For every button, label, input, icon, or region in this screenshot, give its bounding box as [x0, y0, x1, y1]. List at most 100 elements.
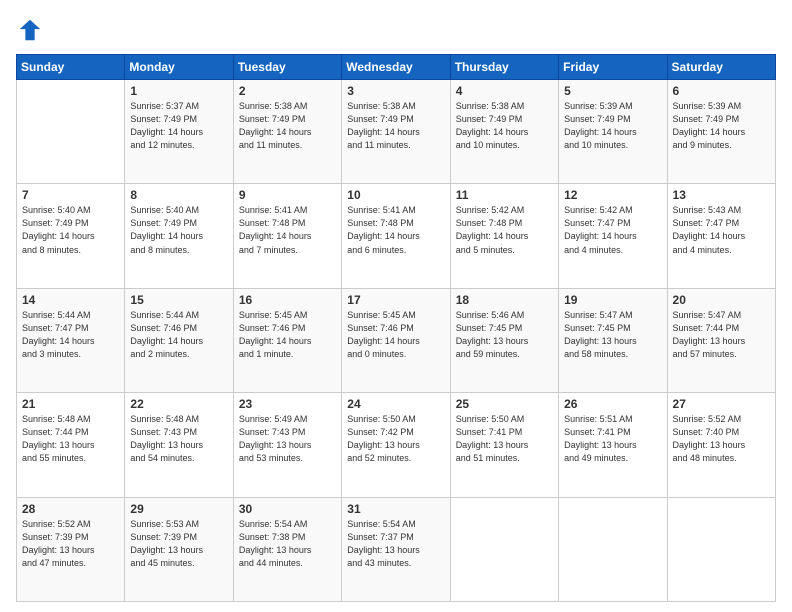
calendar-cell: 24 Sunrise: 5:50 AM Sunset: 7:42 PM Dayli… [342, 393, 450, 497]
weekday-header-tuesday: Tuesday [233, 55, 341, 80]
day-number: 16 [239, 293, 336, 307]
day-info: Sunrise: 5:39 AM Sunset: 7:49 PM Dayligh… [673, 100, 770, 152]
calendar-week-0: 1 Sunrise: 5:37 AM Sunset: 7:49 PM Daylig… [17, 80, 776, 184]
day-number: 17 [347, 293, 444, 307]
day-info: Sunrise: 5:40 AM Sunset: 7:49 PM Dayligh… [22, 204, 119, 256]
calendar-cell: 14Sunrise: 5:44 AM Sunset: 7:47 PM Dayli… [17, 288, 125, 392]
calendar-cell: 17Sunrise: 5:45 AM Sunset: 7:46 PM Dayli… [342, 288, 450, 392]
day-info: Sunrise: 5:40 AM Sunset: 7:49 PM Dayligh… [130, 204, 227, 256]
day-number: 1 [130, 84, 227, 98]
day-info: Sunrise: 5:43 AM Sunset: 7:47 PM Dayligh… [673, 204, 770, 256]
day-number: 15 [130, 293, 227, 307]
day-info: Sunrise: 5:49 AM Sunset: 7:43 PM Dayligh… [239, 413, 336, 465]
logo [16, 16, 48, 44]
weekday-header-sunday: Sunday [17, 55, 125, 80]
day-number: 8 [130, 188, 227, 202]
day-info: Sunrise: 5:53 AM Sunset: 7:39 PM Dayligh… [130, 518, 227, 570]
header [16, 16, 776, 44]
weekday-row: SundayMondayTuesdayWednesdayThursdayFrid… [17, 55, 776, 80]
day-info: Sunrise: 5:41 AM Sunset: 7:48 PM Dayligh… [239, 204, 336, 256]
calendar-cell [667, 497, 775, 601]
calendar-cell: 15 Sunrise: 5:44 AM Sunset: 7:46 PM Dayli… [125, 288, 233, 392]
day-number: 7 [22, 188, 119, 202]
calendar-cell: 5 Sunrise: 5:39 AM Sunset: 7:49 PM Daylig… [559, 80, 667, 184]
calendar-cell: 16 Sunrise: 5:45 AM Sunset: 7:46 PM Dayli… [233, 288, 341, 392]
calendar-cell: 10 Sunrise: 5:41 AM Sunset: 7:48 PM Dayli… [342, 184, 450, 288]
calendar-cell: 12Sunrise: 5:42 AM Sunset: 7:47 PM Dayli… [559, 184, 667, 288]
day-number: 26 [564, 397, 661, 411]
weekday-header-wednesday: Wednesday [342, 55, 450, 80]
day-info: Sunrise: 5:54 AM Sunset: 7:37 PM Dayligh… [347, 518, 444, 570]
day-number: 24 [347, 397, 444, 411]
day-info: Sunrise: 5:45 AM Sunset: 7:46 PM Dayligh… [239, 309, 336, 361]
calendar-cell: 9 Sunrise: 5:41 AM Sunset: 7:48 PM Daylig… [233, 184, 341, 288]
calendar-week-1: 7 Sunrise: 5:40 AM Sunset: 7:49 PM Daylig… [17, 184, 776, 288]
day-number: 3 [347, 84, 444, 98]
day-info: Sunrise: 5:47 AM Sunset: 7:44 PM Dayligh… [673, 309, 770, 361]
day-info: Sunrise: 5:46 AM Sunset: 7:45 PM Dayligh… [456, 309, 553, 361]
calendar-cell: 6Sunrise: 5:39 AM Sunset: 7:49 PM Daylig… [667, 80, 775, 184]
day-info: Sunrise: 5:48 AM Sunset: 7:43 PM Dayligh… [130, 413, 227, 465]
calendar-cell: 26 Sunrise: 5:51 AM Sunset: 7:41 PM Dayli… [559, 393, 667, 497]
day-number: 31 [347, 502, 444, 516]
day-info: Sunrise: 5:51 AM Sunset: 7:41 PM Dayligh… [564, 413, 661, 465]
day-number: 28 [22, 502, 119, 516]
day-number: 9 [239, 188, 336, 202]
day-info: Sunrise: 5:42 AM Sunset: 7:48 PM Dayligh… [456, 204, 553, 256]
day-number: 23 [239, 397, 336, 411]
day-number: 5 [564, 84, 661, 98]
weekday-header-thursday: Thursday [450, 55, 558, 80]
day-number: 25 [456, 397, 553, 411]
calendar-cell: 4Sunrise: 5:38 AM Sunset: 7:49 PM Daylig… [450, 80, 558, 184]
calendar-week-2: 14Sunrise: 5:44 AM Sunset: 7:47 PM Dayli… [17, 288, 776, 392]
calendar-cell: 31 Sunrise: 5:54 AM Sunset: 7:37 PM Dayli… [342, 497, 450, 601]
day-info: Sunrise: 5:41 AM Sunset: 7:48 PM Dayligh… [347, 204, 444, 256]
weekday-header-friday: Friday [559, 55, 667, 80]
day-info: Sunrise: 5:38 AM Sunset: 7:49 PM Dayligh… [347, 100, 444, 152]
calendar-body: 1 Sunrise: 5:37 AM Sunset: 7:49 PM Daylig… [17, 80, 776, 602]
day-number: 14 [22, 293, 119, 307]
day-number: 21 [22, 397, 119, 411]
logo-icon [16, 16, 44, 44]
day-info: Sunrise: 5:37 AM Sunset: 7:49 PM Dayligh… [130, 100, 227, 152]
page: SundayMondayTuesdayWednesdayThursdayFrid… [0, 0, 792, 612]
calendar-cell: 20Sunrise: 5:47 AM Sunset: 7:44 PM Dayli… [667, 288, 775, 392]
day-info: Sunrise: 5:52 AM Sunset: 7:39 PM Dayligh… [22, 518, 119, 570]
day-number: 4 [456, 84, 553, 98]
calendar-cell: 29Sunrise: 5:53 AM Sunset: 7:39 PM Dayli… [125, 497, 233, 601]
day-number: 19 [564, 293, 661, 307]
day-number: 30 [239, 502, 336, 516]
calendar-cell: 30Sunrise: 5:54 AM Sunset: 7:38 PM Dayli… [233, 497, 341, 601]
calendar-cell: 13 Sunrise: 5:43 AM Sunset: 7:47 PM Dayli… [667, 184, 775, 288]
calendar-cell: 22Sunrise: 5:48 AM Sunset: 7:43 PM Dayli… [125, 393, 233, 497]
calendar-cell: 11 Sunrise: 5:42 AM Sunset: 7:48 PM Dayli… [450, 184, 558, 288]
day-info: Sunrise: 5:44 AM Sunset: 7:46 PM Dayligh… [130, 309, 227, 361]
calendar-cell: 28 Sunrise: 5:52 AM Sunset: 7:39 PM Dayli… [17, 497, 125, 601]
day-info: Sunrise: 5:48 AM Sunset: 7:44 PM Dayligh… [22, 413, 119, 465]
calendar-cell: 18 Sunrise: 5:46 AM Sunset: 7:45 PM Dayli… [450, 288, 558, 392]
weekday-header-monday: Monday [125, 55, 233, 80]
calendar-cell: 21 Sunrise: 5:48 AM Sunset: 7:44 PM Dayli… [17, 393, 125, 497]
calendar-cell: 7 Sunrise: 5:40 AM Sunset: 7:49 PM Daylig… [17, 184, 125, 288]
calendar-table: SundayMondayTuesdayWednesdayThursdayFrid… [16, 54, 776, 602]
day-number: 10 [347, 188, 444, 202]
calendar-cell: 3 Sunrise: 5:38 AM Sunset: 7:49 PM Daylig… [342, 80, 450, 184]
calendar-week-3: 21 Sunrise: 5:48 AM Sunset: 7:44 PM Dayli… [17, 393, 776, 497]
day-number: 13 [673, 188, 770, 202]
calendar-cell [559, 497, 667, 601]
day-number: 27 [673, 397, 770, 411]
day-number: 11 [456, 188, 553, 202]
day-info: Sunrise: 5:52 AM Sunset: 7:40 PM Dayligh… [673, 413, 770, 465]
calendar-cell: 1 Sunrise: 5:37 AM Sunset: 7:49 PM Daylig… [125, 80, 233, 184]
day-info: Sunrise: 5:47 AM Sunset: 7:45 PM Dayligh… [564, 309, 661, 361]
day-info: Sunrise: 5:39 AM Sunset: 7:49 PM Dayligh… [564, 100, 661, 152]
day-info: Sunrise: 5:50 AM Sunset: 7:42 PM Dayligh… [347, 413, 444, 465]
day-number: 18 [456, 293, 553, 307]
calendar-cell: 23 Sunrise: 5:49 AM Sunset: 7:43 PM Dayli… [233, 393, 341, 497]
calendar-cell: 19 Sunrise: 5:47 AM Sunset: 7:45 PM Dayli… [559, 288, 667, 392]
calendar-cell [17, 80, 125, 184]
day-info: Sunrise: 5:42 AM Sunset: 7:47 PM Dayligh… [564, 204, 661, 256]
calendar-week-4: 28 Sunrise: 5:52 AM Sunset: 7:39 PM Dayli… [17, 497, 776, 601]
calendar-cell: 25Sunrise: 5:50 AM Sunset: 7:41 PM Dayli… [450, 393, 558, 497]
weekday-header-saturday: Saturday [667, 55, 775, 80]
